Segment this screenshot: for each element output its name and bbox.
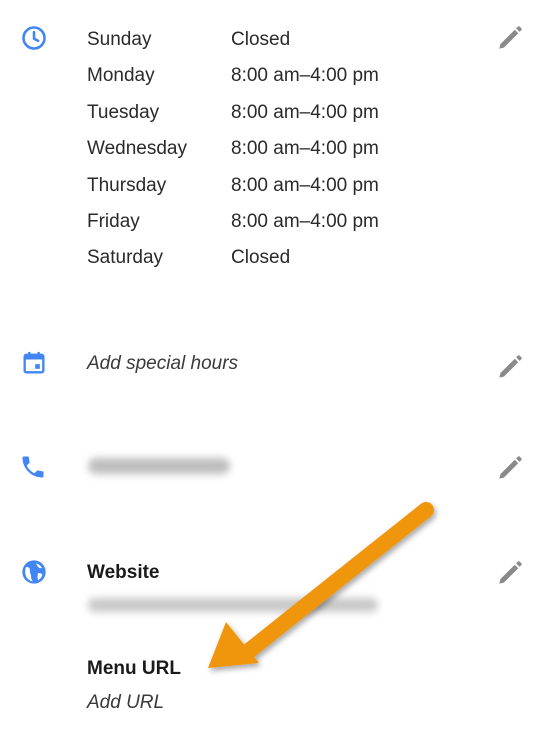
pencil-icon (499, 456, 522, 479)
add-menu-url-link[interactable]: Add URL (87, 690, 164, 716)
website-url-redacted[interactable] (88, 598, 378, 612)
time-label: 8:00 am–4:00 pm (231, 174, 379, 196)
phone-icon (19, 453, 47, 481)
menu-url-heading: Menu URL (87, 658, 181, 679)
day-label: Wednesday (87, 138, 187, 160)
pencil-icon (499, 561, 522, 584)
edit-phone-button[interactable] (494, 452, 526, 484)
time-label: 8:00 am–4:00 pm (231, 65, 379, 87)
day-label: Thursday (87, 174, 167, 196)
add-special-hours-link[interactable]: Add special hours (87, 351, 238, 377)
pencil-icon (499, 355, 522, 378)
phone-number-redacted (88, 458, 230, 474)
time-label: 8:00 am–4:00 pm (231, 210, 379, 232)
time-label: Closed (231, 29, 291, 50)
edit-hours-button[interactable] (494, 22, 526, 54)
calendar-icon (20, 349, 48, 377)
edit-website-button[interactable] (494, 557, 526, 589)
globe-icon (20, 558, 48, 586)
pencil-icon (499, 26, 522, 49)
time-label: Closed (231, 247, 291, 269)
day-label: Tuesday (87, 101, 160, 123)
time-label: 8:00 am–4:00 pm (231, 101, 379, 123)
day-label: Monday (87, 65, 155, 87)
time-label: 8:00 am–4:00 pm (231, 138, 379, 160)
edit-special-hours-button[interactable] (494, 351, 526, 383)
clock-icon (20, 24, 48, 52)
day-label: Friday (87, 210, 140, 232)
day-label: Saturday (87, 247, 164, 269)
day-label: Sunday (87, 29, 152, 50)
website-heading: Website (87, 562, 160, 583)
